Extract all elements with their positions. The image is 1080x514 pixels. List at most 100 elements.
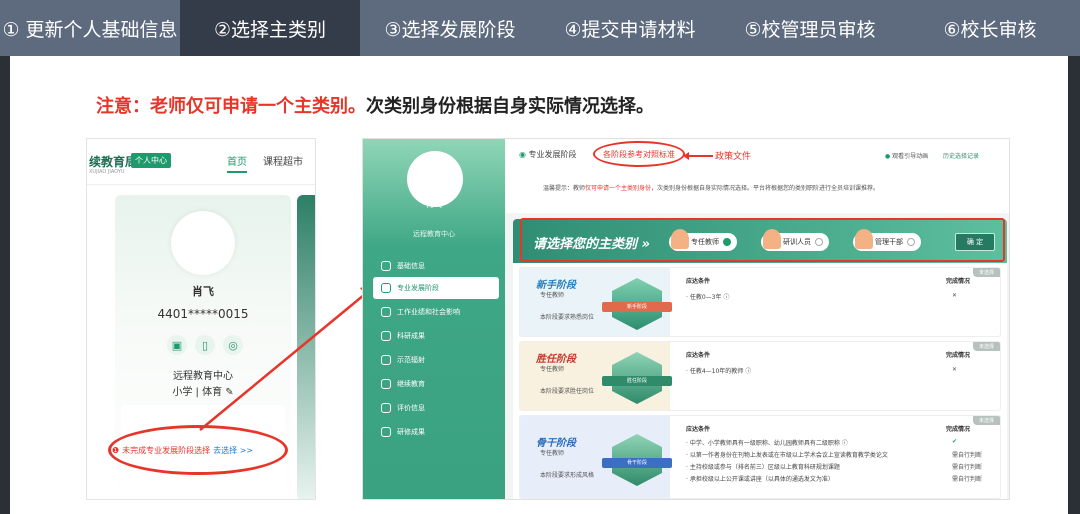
condition-status: 需自行判断 xyxy=(952,476,983,483)
menu-label: 基础信息 xyxy=(397,262,425,270)
menu-basic-info[interactable]: 基础信息 xyxy=(373,255,499,277)
target-icon xyxy=(381,283,391,293)
policy-arrow xyxy=(683,152,713,160)
stage-conditions: 应达条件 完成情况 中学、小学教师具有一级职称、幼儿园教师具有二级职称 ⓘ ✔ … xyxy=(676,416,1000,486)
tip-red: 仅可申请一个主类别身份， xyxy=(585,185,658,192)
condition-item: 以第一作者身份在刊物上发表或在市级以上学术会议上宣读教育教学类论文 xyxy=(686,450,888,459)
stage-card-novice[interactable]: 新手阶段 专任教师 本阶段要求熟悉岗位 新手阶段 应达条件 完成情况 任教0—3… xyxy=(519,267,1001,337)
main-header: 专业发展阶段 各阶段参考对照标准 政策文件 观看引导动画 历史选择记录 温馨提示… xyxy=(505,139,1009,213)
menu-cont-edu[interactable]: 继续教育 xyxy=(373,373,499,395)
history-link[interactable]: 历史选择记录 xyxy=(943,151,979,160)
cond-header: 应达条件 xyxy=(686,426,711,433)
stage-requirement: 本阶段要求胜任岗位 xyxy=(540,388,595,395)
condition-item: 承担校级以上公开课或讲座（以具体的通选发文为准） xyxy=(686,474,834,483)
step-tab-6[interactable]: ⑥校长审核 xyxy=(900,0,1080,56)
condition-status: ✕ xyxy=(952,366,958,373)
shield-icon xyxy=(381,403,391,413)
menu-label: 专业发展阶段 xyxy=(397,284,439,292)
condition-item: 主持校级或参与（排名前三）区级以上教育科研规划课题 xyxy=(686,462,840,471)
unselected-tag: 未选择 xyxy=(972,268,1000,277)
notice-red: 注意：老师仅可申请一个主类别。 xyxy=(96,96,366,117)
done-header: 完成情况 xyxy=(946,278,971,285)
tip-text: 温馨提示：教师仅可申请一个主类别身份，次类别身份根据自身实际情况选择。平台将根据… xyxy=(543,183,879,192)
side-menu: 肖飞 远程教育中心 基础信息 专业发展阶段 工作业绩和社会影响 科研成果 示范辐… xyxy=(363,139,505,499)
phone-header: 续教育局 XUJIAO JIAOYU 个人中心 首页 课程超市 xyxy=(87,139,315,185)
phone-logo: 续教育局 xyxy=(89,155,138,169)
step-tab-2[interactable]: ②选择主类别 xyxy=(180,0,360,56)
policy-annotation: 政策文件 xyxy=(715,152,752,162)
notice-black: 次类别身份根据自身实际情况选择。 xyxy=(366,96,654,117)
side-name: 肖飞 xyxy=(426,200,442,209)
stage-left: 新手阶段 专任教师 本阶段要求熟悉岗位 新手阶段 xyxy=(520,268,672,336)
stage-name: 新手阶段 xyxy=(536,280,576,291)
stage-role: 专任教师 xyxy=(540,366,565,373)
unselected-tag: 未选择 xyxy=(972,342,1000,351)
menu-demo[interactable]: 示范辐射 xyxy=(373,349,499,371)
done-header: 完成情况 xyxy=(946,352,971,359)
nav-home[interactable]: 首页 xyxy=(227,153,247,173)
menu-study-results[interactable]: 研修成果 xyxy=(373,421,499,443)
stage-card-backbone[interactable]: 骨干阶段 专任教师 本阶段要求形成风格 骨干阶段 应达条件 完成情况 中学、小学… xyxy=(519,415,1001,499)
step-tab-4[interactable]: ④提交申请材料 xyxy=(540,0,720,56)
condition-status: ✔ xyxy=(952,438,958,445)
desktop-screenshot: 肖飞 远程教育中心 基础信息 专业发展阶段 工作业绩和社会影响 科研成果 示范辐… xyxy=(362,138,1010,500)
step-tabs: ① 更新个人基础信息 ②选择主类别 ③选择发展阶段 ④提交申请材料 ⑤校管理员审… xyxy=(0,0,1080,56)
personal-center-badge[interactable]: 个人中心 xyxy=(131,153,171,168)
unselected-tag: 未选择 xyxy=(972,416,1000,425)
menu-label: 工作业绩和社会影响 xyxy=(397,308,460,316)
stage-ribbon: 胜任阶段 xyxy=(602,376,672,386)
stage-name: 骨干阶段 xyxy=(536,438,576,449)
standards-highlight-ellipse xyxy=(593,141,685,167)
side-org: 远程教育中心 xyxy=(413,230,455,238)
done-header: 完成情况 xyxy=(946,426,971,433)
step-tab-1[interactable]: ① 更新个人基础信息 xyxy=(0,0,180,56)
stage-requirement: 本阶段要求形成风格 xyxy=(540,472,595,479)
menu-performance[interactable]: 工作业绩和社会影响 xyxy=(373,301,499,323)
graduation-icon xyxy=(381,379,391,389)
avatar xyxy=(171,211,235,275)
tip-suffix: 次类别身份根据自身实际情况选择。平台将根据您的类别职阶进行全员培训课推荐。 xyxy=(657,185,880,192)
guide-animation-link[interactable]: 观看引导动画 xyxy=(885,151,928,160)
id-card-icon[interactable]: ▣ xyxy=(167,335,187,355)
menu-label: 示范辐射 xyxy=(397,356,425,364)
award-icon xyxy=(381,331,391,341)
cond-header: 应达条件 xyxy=(686,278,711,285)
cross-icon xyxy=(381,427,391,437)
notice-text: 注意：老师仅可申请一个主类别。次类别身份根据自身实际情况选择。 xyxy=(96,92,654,118)
nav-course-market[interactable]: 课程超市 xyxy=(263,153,303,168)
menu-label: 继续教育 xyxy=(397,380,425,388)
stage-ribbon: 骨干阶段 xyxy=(602,458,672,468)
stage-role: 专任教师 xyxy=(540,450,565,457)
menu-label: 研修成果 xyxy=(397,428,425,436)
menu-dev-stage[interactable]: 专业发展阶段 xyxy=(373,277,499,299)
user-icon xyxy=(381,261,391,271)
book-icon xyxy=(381,355,391,365)
menu-label: 评价信息 xyxy=(397,404,425,412)
stage-role: 专任教师 xyxy=(540,292,565,299)
condition-item: 中学、小学教师具有一级职称、幼儿园教师具有二级职称 ⓘ xyxy=(686,438,848,447)
condition-status: 需自行判断 xyxy=(952,452,983,459)
condition-status: ✕ xyxy=(952,292,958,299)
menu-label: 科研成果 xyxy=(397,332,425,340)
category-highlight-rect xyxy=(520,218,1005,262)
phone-logo-sub: XUJIAO JIAOYU xyxy=(89,169,125,175)
condition-item: 任教0—3年 ⓘ xyxy=(686,292,730,301)
condition-status: 需自行判断 xyxy=(952,464,983,471)
menu-evaluation[interactable]: 评价信息 xyxy=(373,397,499,419)
menu-research[interactable]: 科研成果 xyxy=(373,325,499,347)
stage-left: 胜任阶段 专任教师 本阶段要求胜任岗位 胜任阶段 xyxy=(520,342,672,410)
stage-card-competent[interactable]: 胜任阶段 专任教师 本阶段要求胜任岗位 胜任阶段 应达条件 完成情况 任教4—1… xyxy=(519,341,1001,411)
condition-item: 任教4—10年的教师 ⓘ xyxy=(686,366,751,375)
stage-left: 骨干阶段 专任教师 本阶段要求形成风格 骨干阶段 xyxy=(520,416,672,498)
step-tab-5[interactable]: ⑤校管理员审核 xyxy=(720,0,900,56)
stage-requirement: 本阶段要求熟悉岗位 xyxy=(540,314,595,321)
tip-prefix: 温馨提示：教师 xyxy=(543,185,586,192)
stage-ribbon: 新手阶段 xyxy=(602,302,672,312)
breadcrumb: 专业发展阶段 xyxy=(519,149,577,160)
step-tab-3[interactable]: ③选择发展阶段 xyxy=(360,0,540,56)
stage-name: 胜任阶段 xyxy=(536,354,576,365)
stage-conditions: 应达条件 完成情况 任教0—3年 ⓘ ✕ xyxy=(676,268,1000,336)
cond-header: 应达条件 xyxy=(686,352,711,359)
rocket-icon xyxy=(381,307,391,317)
stage-conditions: 应达条件 完成情况 任教4—10年的教师 ⓘ ✕ xyxy=(676,342,1000,410)
